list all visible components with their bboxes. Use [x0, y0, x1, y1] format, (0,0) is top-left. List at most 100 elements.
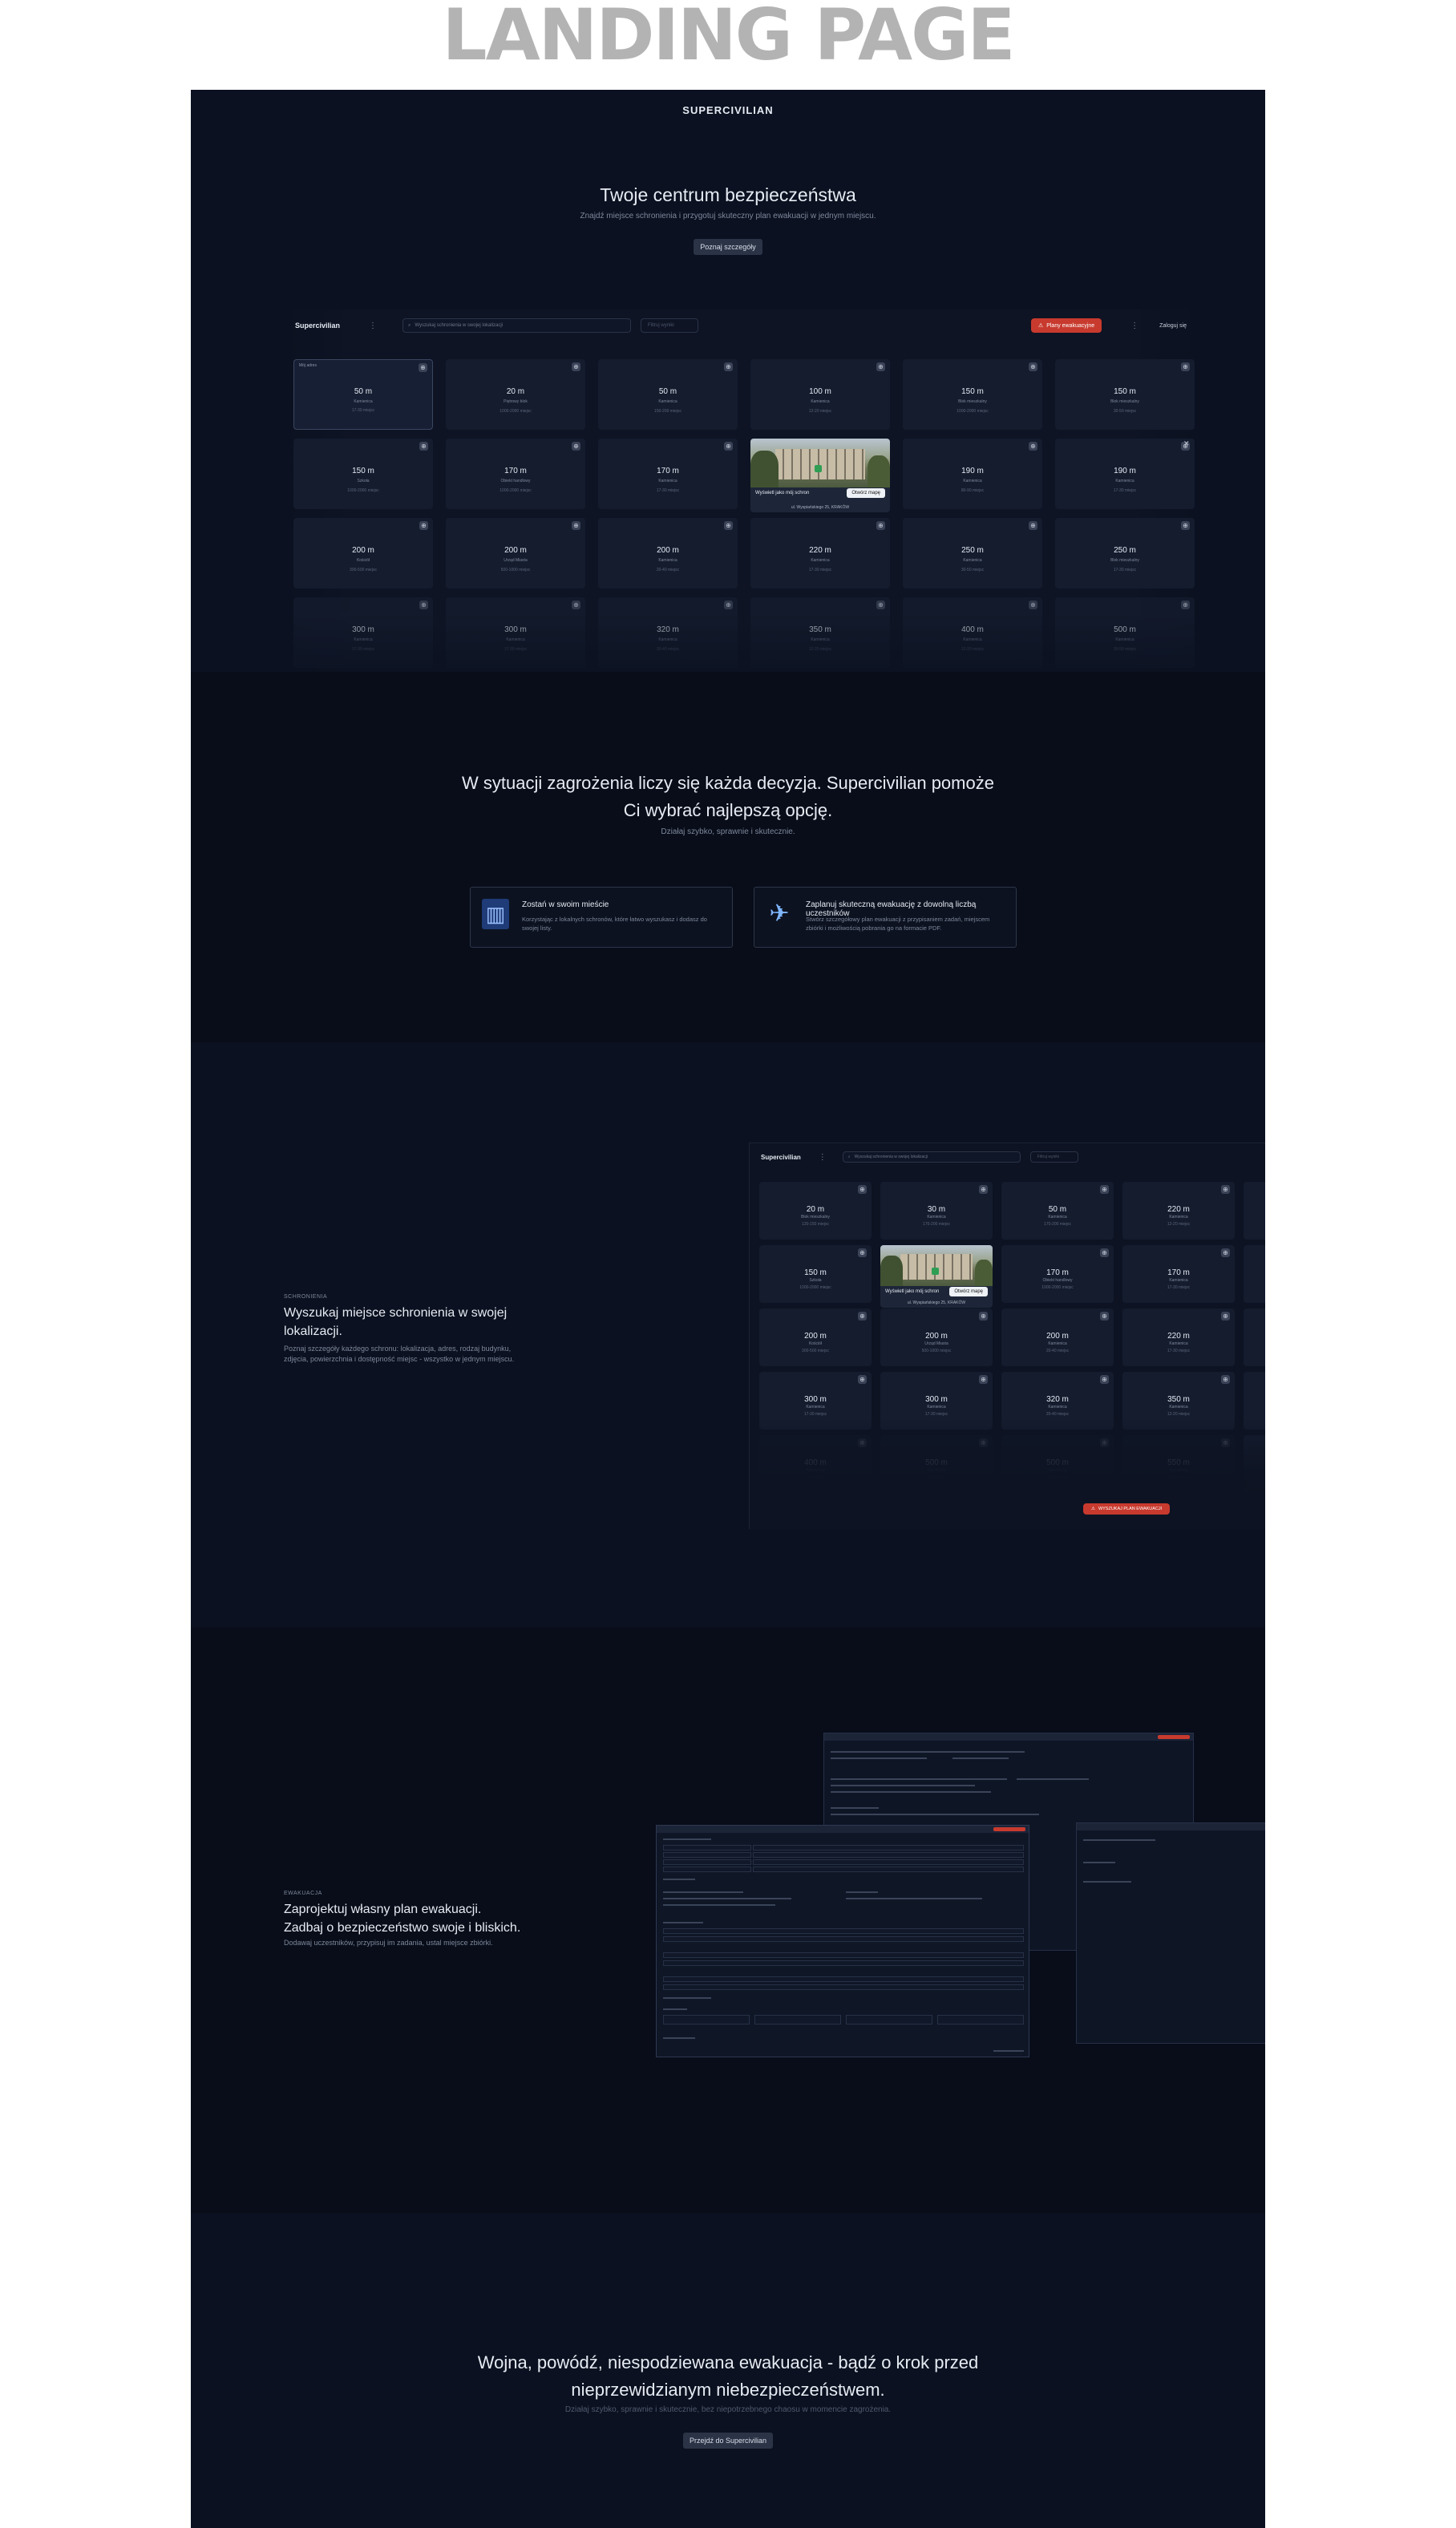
shelter-card[interactable]: ⊕ 200 m Kościół 300-500 miejsc: [759, 1308, 872, 1366]
shelter-card[interactable]: ⊕ 150 m Szkoła 1000-2000 miejsc: [759, 1245, 872, 1303]
shelter-card[interactable]: ⊕ 150 m Blok mieszkalny 1000-2000 miejsc: [903, 359, 1042, 430]
shelter-card[interactable]: ⊕ 200 m Kamienica 20-40 miejsc: [1001, 1308, 1114, 1366]
shelter-card[interactable]: ⊕ 190 m Kamienica 17-30 miejsc: [1055, 439, 1195, 509]
add-to-list-icon[interactable]: ⊕: [724, 362, 733, 371]
add-to-list-icon[interactable]: ⊕: [1181, 601, 1190, 609]
add-to-list-icon[interactable]: ⊕: [858, 1248, 867, 1257]
shelter-card[interactable]: ⊕ 200 m Urząd Miasta 500-1000 miejsc: [880, 1308, 993, 1366]
set-as-my-shelter-label[interactable]: Wyświetl jako mój schron: [885, 1289, 939, 1294]
shelter-card[interactable]: ⊕ Mój adres 50 m Kamienica 17-30 miejsc: [293, 359, 433, 430]
add-to-list-icon[interactable]: ⊕: [979, 1312, 988, 1321]
shelter-card[interactable]: ⊕ 50 m Kamienica 170-200 miejsc: [1001, 1182, 1114, 1240]
add-to-list-icon[interactable]: ⊕: [876, 601, 885, 609]
add-to-list-icon[interactable]: ⊕: [1029, 601, 1037, 609]
preview-filter-input[interactable]: Filtruj wyniki: [1029, 1151, 1078, 1163]
shelter-card[interactable]: ⊕ 170 m Kamienica 17-30 miejsc: [1122, 1245, 1235, 1303]
add-to-list-icon[interactable]: ⊕: [419, 363, 427, 372]
add-to-list-icon[interactable]: ⊕: [858, 1375, 867, 1384]
add-to-list-icon[interactable]: ⊕: [979, 1375, 988, 1384]
shelter-type: Kamienica: [1048, 1341, 1067, 1347]
shelter-card[interactable]: ⊕ 200 m Urząd Miasta 500-1000 miejsc: [446, 518, 585, 589]
shelter-photo-card[interactable]: Wyświetl jako mój schron Otwórz mapę ul. W…: [750, 439, 890, 512]
add-to-list-icon[interactable]: ⊕: [572, 521, 580, 530]
shelter-card[interactable]: ⊕ 100 m Kamienica 12-20 miejsc: [750, 359, 890, 430]
add-to-list-icon[interactable]: ⊕: [858, 1185, 867, 1194]
shelter-card[interactable]: ⊕ 50 m Kamienica 150-200 miejsc: [598, 359, 738, 430]
shelter-type: Kamienica: [1115, 479, 1134, 484]
shelter-distance: 50 m: [658, 387, 677, 397]
shelter-card[interactable]: ⊕ 220 m Kamienica 17-30 miejsc: [1122, 1308, 1235, 1366]
menu-dots-icon-2[interactable]: ⋮: [1130, 322, 1139, 330]
filter-input[interactable]: Filtruj wyniki: [641, 318, 699, 333]
add-to-list-icon[interactable]: ⊕: [1100, 1312, 1109, 1321]
add-to-list-icon[interactable]: ⊕: [1029, 362, 1037, 371]
shelter-capacity: 1000-2000 miejsc: [1041, 1285, 1074, 1291]
preview-logo[interactable]: Supercivilian: [761, 1154, 801, 1161]
details-button[interactable]: Poznaj szczegóły: [694, 239, 762, 255]
shelter-card[interactable]: ⊕ 190 m Kamienica 80-90 miejsc: [903, 439, 1042, 509]
evac-plans-button[interactable]: ⚠ Plany ewakuacyjne: [1030, 318, 1102, 333]
hero-title: Twoje centrum bezpieczeństwa: [600, 184, 856, 205]
add-to-list-icon[interactable]: ⊕: [572, 442, 580, 451]
open-map-button[interactable]: Otwórz mapę: [847, 487, 885, 498]
app-search-input[interactable]: ⌕ Wyszukaj schronienia w swojej lokaliza…: [402, 318, 632, 333]
shelter-card-partial[interactable]: [1244, 1308, 1265, 1366]
menu-dots-icon[interactable]: ⋮: [369, 322, 377, 330]
shelter-card-partial[interactable]: [1244, 1245, 1265, 1303]
add-to-list-icon[interactable]: ⊕: [1181, 362, 1190, 371]
add-to-list-icon[interactable]: ⊕: [979, 1185, 988, 1194]
app-logo[interactable]: Supercivilian: [295, 322, 340, 330]
add-to-list-icon[interactable]: ⊕: [858, 1312, 867, 1321]
add-to-list-icon[interactable]: ⊕: [1100, 1375, 1109, 1384]
shelter-card[interactable]: ⊕ 170 m Kamienica 17-30 miejsc: [598, 439, 738, 509]
shelter-type: Kamienica: [963, 479, 982, 484]
shelter-card[interactable]: ⊕ 20 m Blok mieszkalny 120-150 miejsc: [759, 1182, 872, 1240]
add-to-list-icon[interactable]: ⊕: [1221, 1312, 1230, 1321]
set-as-my-shelter-label[interactable]: Wyświetl jako mój schron: [755, 491, 809, 495]
shelter-card[interactable]: ⊕ 220 m Kamienica 17-30 miejsc: [750, 518, 890, 589]
preview-search-input[interactable]: ⌕ Wyszukaj schronienia w swojej lokalizac…: [842, 1151, 1021, 1163]
search-evac-plan-button[interactable]: ⚠ WYSZUKAJ PLAN EWAKUACJI: [1083, 1503, 1171, 1515]
add-to-list-icon[interactable]: ⊕: [876, 362, 885, 371]
shelter-card[interactable]: ⊕ 30 m Kamienica 170-200 miejsc: [880, 1182, 993, 1240]
shelter-card[interactable]: ⊕ 250 m Blok mieszkalny 17-30 miejsc: [1055, 518, 1195, 589]
add-to-list-icon[interactable]: ⊕: [419, 601, 428, 609]
add-to-list-icon[interactable]: ⊕: [572, 601, 580, 609]
add-to-list-icon[interactable]: ⊕: [419, 521, 428, 530]
add-to-list-icon[interactable]: ⊕: [1029, 521, 1037, 530]
open-map-button[interactable]: Otwórz mapę: [949, 1287, 988, 1297]
add-to-list-icon[interactable]: ⊕: [1221, 1185, 1230, 1194]
add-to-list-icon[interactable]: ⊕: [1100, 1185, 1109, 1194]
add-to-list-icon[interactable]: ⊕: [724, 601, 733, 609]
shelter-card[interactable]: ⊕ 200 m Kamienica 20-40 miejsc: [598, 518, 738, 589]
shelter-card[interactable]: ⊕ 170 m Obiekt handlowy 1000-2000 miejsc: [446, 439, 585, 509]
shelter-card[interactable]: ⊕ 220 m Kamienica 12-20 miejsc: [1122, 1182, 1235, 1240]
shelter-photo-card[interactable]: Wyświetl jako mój schron Otwórz mapę ul. W…: [880, 1245, 993, 1308]
add-to-list-icon[interactable]: ⊕: [1100, 1248, 1109, 1257]
shelter-card[interactable]: ⊕ 150 m Szkoła 1000-2000 miejsc: [293, 439, 433, 509]
search-icon: ⌕: [408, 322, 411, 328]
shelter-card-partial[interactable]: [1244, 1182, 1265, 1240]
shelter-capacity: 17-30 miejsc: [351, 408, 375, 414]
shelter-card[interactable]: ⊕ 250 m Kamienica 30-50 miejsc: [903, 518, 1042, 589]
add-to-list-icon[interactable]: ⊕: [1221, 1375, 1230, 1384]
login-link[interactable]: Zaloguj się: [1159, 323, 1187, 329]
preview-menu-icon[interactable]: ⋮: [819, 1153, 827, 1162]
add-to-list-icon[interactable]: ⊕: [724, 521, 733, 530]
add-to-list-icon[interactable]: ⊕: [876, 521, 885, 530]
add-to-list-icon[interactable]: ⊕: [1029, 442, 1037, 451]
shelter-card[interactable]: ⊕ 200 m Kościół 300-500 miejsc: [293, 518, 433, 589]
close-icon[interactable]: ✕: [1183, 439, 1190, 448]
shelter-marker-icon: [815, 465, 823, 473]
shelter-card[interactable]: ⊕ 170 m Obiekt handlowy 1000-2000 miejsc: [1001, 1245, 1114, 1303]
shelter-card[interactable]: ⊕ 150 m Blok mieszkalny 30-50 miejsc: [1055, 359, 1195, 430]
add-to-list-icon[interactable]: ⊕: [1181, 521, 1190, 530]
shelter-card[interactable]: ⊕ 20 m Piętrowy blok 1000-2000 miejsc: [446, 359, 585, 430]
add-to-list-icon[interactable]: ⊕: [1221, 1248, 1230, 1257]
brand-logo[interactable]: SUPERCIVILIAN: [191, 104, 1265, 116]
add-to-list-icon[interactable]: ⊕: [572, 362, 580, 371]
add-to-list-icon[interactable]: ⊕: [419, 442, 428, 451]
shelter-distance: 200 m: [1046, 1331, 1069, 1341]
add-to-list-icon[interactable]: ⊕: [724, 442, 733, 451]
go-to-app-button[interactable]: Przejdź do Supercivilian: [682, 2433, 774, 2449]
